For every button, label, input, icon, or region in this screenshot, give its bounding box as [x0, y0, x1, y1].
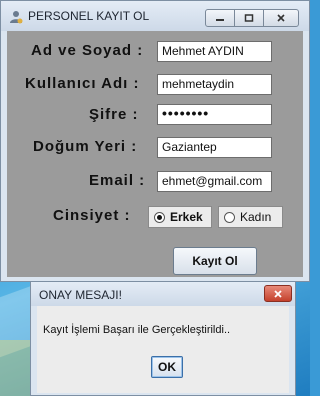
gender-option-label: Kadın: [240, 210, 272, 224]
dialog-title: ONAY MESAJI!: [39, 288, 122, 302]
window-title: PERSONEL KAYIT OL: [28, 9, 150, 23]
name-label: Ad ve Soyad :: [31, 42, 144, 59]
minimize-icon: [216, 19, 224, 21]
user-icon: [10, 11, 23, 24]
dialog-message: Kayıt İşlemi Başarı ile Gerçekleştirildi…: [43, 324, 231, 336]
close-button[interactable]: [263, 9, 299, 27]
close-icon: [274, 289, 282, 298]
maximize-icon: [244, 14, 254, 22]
gender-radio-erkek[interactable]: Erkek: [148, 206, 212, 228]
birthplace-label: Doğum Yeri :: [33, 138, 138, 155]
name-field[interactable]: Mehmet AYDIN: [157, 41, 272, 62]
ok-button[interactable]: OK: [151, 356, 183, 378]
close-icon: [277, 14, 285, 22]
email-field[interactable]: ehmet@gmail.com: [157, 171, 272, 192]
window-titlebar[interactable]: PERSONEL KAYIT OL: [1, 1, 309, 31]
gender-option-label: Erkek: [170, 210, 203, 224]
radio-unselected-icon: [224, 211, 235, 223]
radio-selected-icon: [154, 211, 165, 223]
main-window: PERSONEL KAYIT OL Ad ve Soyad : Mehmet A…: [0, 0, 310, 282]
password-field[interactable]: ••••••••: [157, 104, 272, 125]
maximize-button[interactable]: [234, 9, 264, 27]
gender-label: Cinsiyet :: [53, 207, 131, 224]
email-label: Email :: [89, 172, 146, 189]
confirmation-dialog: ONAY MESAJI! Kayıt İşlemi Başarı ile Ger…: [30, 281, 296, 396]
minimize-button[interactable]: [205, 9, 235, 27]
username-field[interactable]: mehmetaydin: [157, 74, 272, 95]
register-button[interactable]: Kayıt Ol: [173, 247, 257, 275]
gender-radio-kadin[interactable]: Kadın: [218, 206, 283, 228]
username-label: Kullanıcı Adı :: [25, 75, 140, 92]
birthplace-field[interactable]: Gaziantep: [157, 137, 272, 158]
dialog-body: Kayıt İşlemi Başarı ile Gerçekleştirildi…: [37, 306, 289, 393]
dialog-titlebar[interactable]: ONAY MESAJI!: [31, 282, 295, 306]
password-label: Şifre :: [89, 106, 139, 123]
form-panel: Ad ve Soyad : Mehmet AYDIN Kullanıcı Adı…: [7, 31, 303, 277]
dialog-close-button[interactable]: [264, 285, 292, 302]
